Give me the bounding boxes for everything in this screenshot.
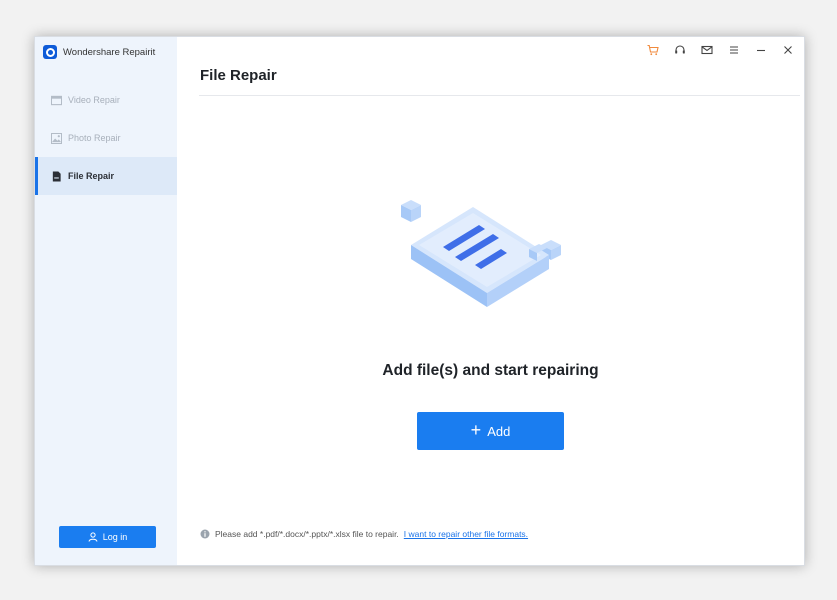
window-controls [646,43,794,56]
sidebar-item-photo-repair[interactable]: Photo Repair [35,119,177,157]
info-icon [200,529,210,539]
login-label: Log in [102,532,128,542]
footer-text: Please add *.pdf/*.docx/*.pptx/*.xlsx fi… [215,529,399,539]
headset-icon[interactable] [673,43,686,56]
video-icon [51,95,62,105]
cart-icon[interactable] [646,43,659,56]
other-formats-link[interactable]: I want to repair other file formats. [404,529,528,539]
page-title: File Repair [200,67,277,84]
add-button[interactable]: + Add [417,412,564,450]
footer-hint: Please add *.pdf/*.docx/*.pptx/*.xlsx fi… [200,529,528,539]
menu-icon[interactable] [727,43,740,56]
minimize-icon[interactable] [754,43,767,56]
close-icon[interactable] [781,43,794,56]
mail-icon[interactable] [700,43,713,56]
file-repair-illustration [401,200,561,307]
sidebar-item-label: Video Repair [68,95,120,105]
file-icon [52,170,61,182]
app-logo [43,45,57,59]
app-name: Wondershare Repairit [63,46,156,58]
sidebar-item-label: Photo Repair [68,133,121,143]
login-button[interactable]: Log in [59,526,156,548]
sidebar: Wondershare Repairit Video Repair Photo … [35,37,177,565]
photo-icon [51,132,62,144]
sidebar-item-label: File Repair [68,171,115,181]
main-content: File Repair Add file(s) and start repair… [177,37,804,565]
app-window: Wondershare Repairit Video Repair Photo … [34,36,805,566]
title-divider [199,95,800,96]
add-label: Add [487,423,511,439]
sidebar-item-video-repair[interactable]: Video Repair [35,81,177,119]
user-icon [88,532,98,542]
sidebar-item-file-repair[interactable]: File Repair [35,157,177,195]
plus-icon: + [470,420,482,440]
brand: Wondershare Repairit [43,45,155,59]
empty-state-prompt: Add file(s) and start repairing [382,362,599,379]
